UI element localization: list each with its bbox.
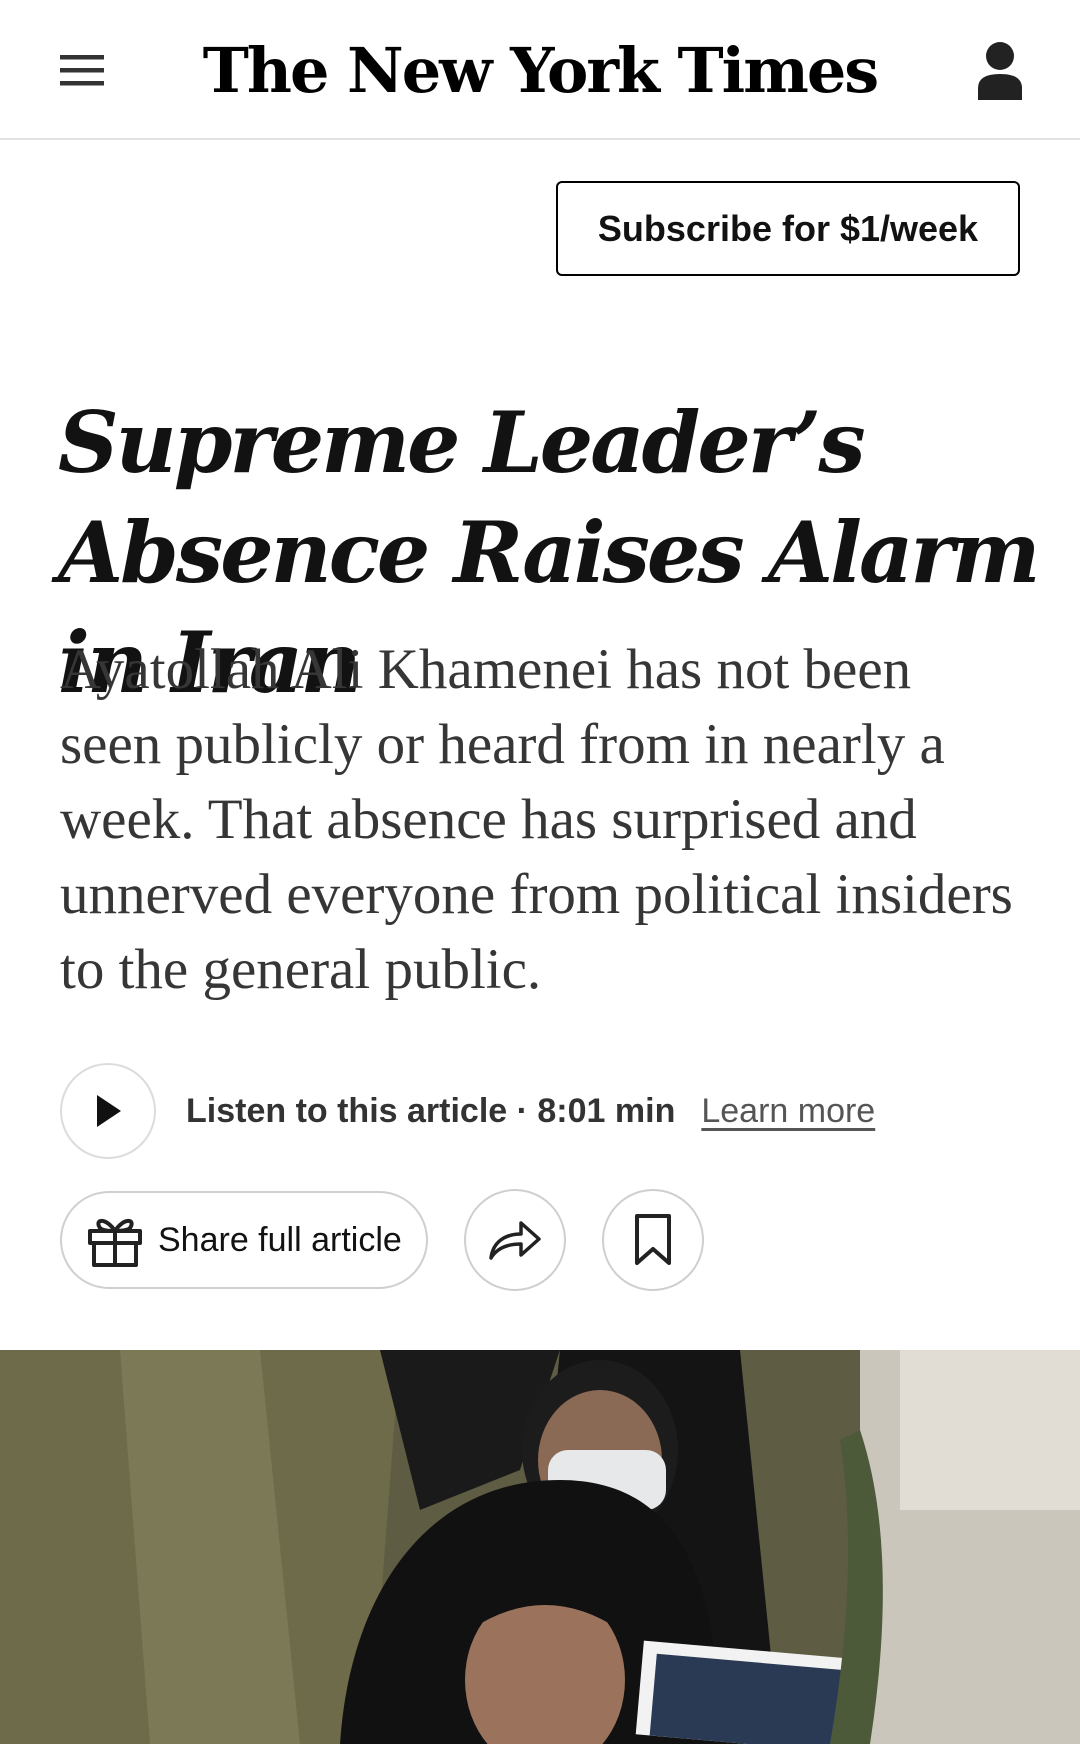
hero-photo: [0, 1350, 1080, 1744]
share-full-article-button[interactable]: Share full article: [60, 1191, 428, 1289]
bookmark-icon: [635, 1214, 671, 1265]
save-bookmark-button[interactable]: [602, 1189, 704, 1291]
article-summary: Ayatollah Ali Khamenei has not been seen…: [60, 638, 1013, 1001]
share-button[interactable]: [464, 1189, 566, 1291]
gift-icon: [88, 1218, 142, 1267]
user-account-icon: [978, 42, 1022, 100]
play-icon: [97, 1095, 121, 1127]
account-button[interactable]: [970, 38, 1030, 102]
play-button[interactable]: [60, 1063, 156, 1159]
masthead-logo[interactable]: The New York Times: [0, 26, 1080, 116]
top-bar: The New York Times: [0, 0, 1080, 140]
learn-more-link[interactable]: Learn more: [701, 1092, 875, 1131]
listen-label: Listen to this article · 8:01 min: [186, 1091, 676, 1130]
hero-photo-illustration: [0, 1350, 1080, 1744]
share-arrow-icon: [489, 1221, 541, 1260]
share-full-article-label: Share full article: [158, 1220, 402, 1259]
subscribe-button[interactable]: Subscribe for $1/week: [556, 181, 1020, 276]
audio-player: Listen to this article · 8:01 min Learn …: [60, 1063, 875, 1159]
